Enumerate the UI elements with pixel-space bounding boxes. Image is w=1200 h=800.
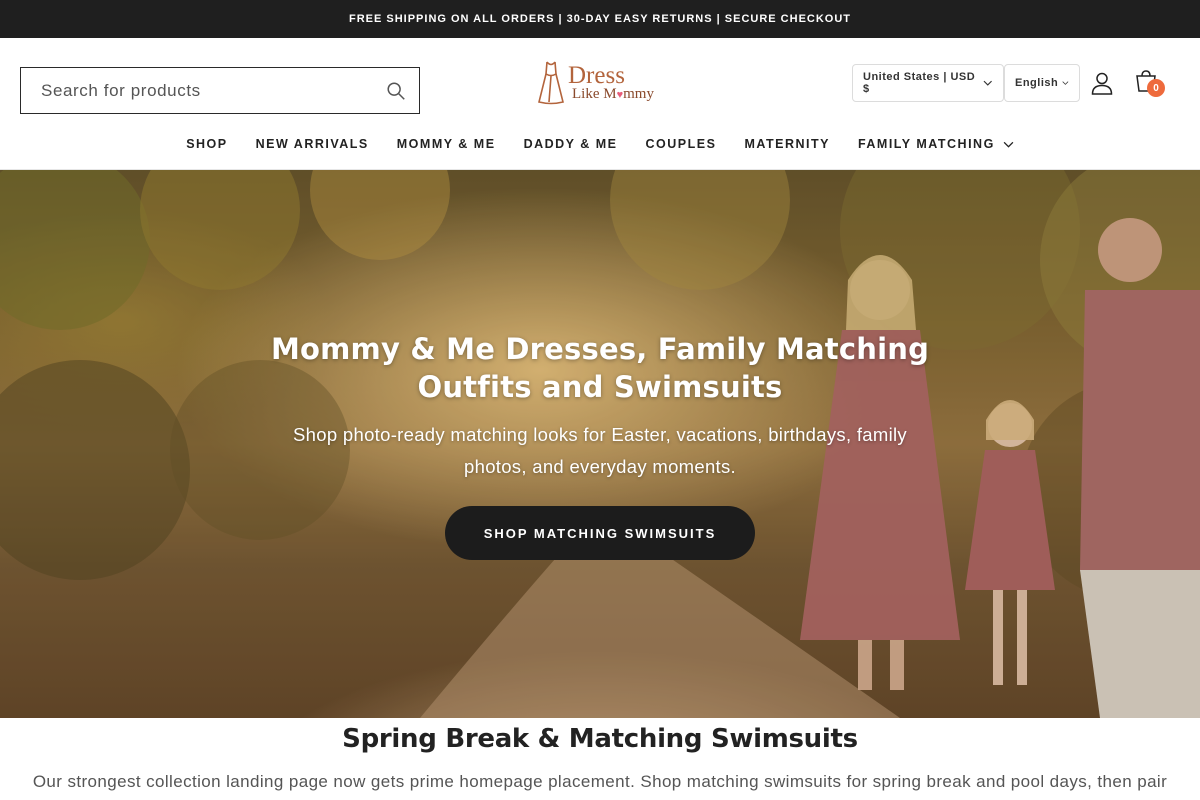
search-box[interactable] [20,67,420,114]
brand-logo[interactable]: Dress Like M♥mmy [536,56,664,108]
hero-banner: Mommy & Me Dresses, Family Matching Outf… [0,170,1200,718]
nav-item-label: FAMILY MATCHING [857,137,995,151]
main-navigation: SHOP NEW ARRIVALS MOMMY & ME DADDY & ME … [0,130,1200,158]
cart-button[interactable]: 0 [1133,68,1167,100]
nav-item-couples[interactable]: COUPLES [646,137,717,151]
nav-item-label: MATERNITY [744,137,830,151]
chevron-down-icon [1062,81,1069,85]
nav-item-daddy-and-me[interactable]: DADDY & ME [524,137,618,151]
hero-subtitle: Shop photo-ready matching looks for East… [293,424,907,477]
country-currency-label: United States | USD $ [863,71,976,95]
site-header: Dress Like M♥mmy United States | USD $ E… [0,38,1200,170]
logo-word-like-mommy: Like M♥mmy [572,85,654,102]
shop-matching-swimsuits-button[interactable]: SHOP MATCHING SWIMSUITS [445,506,755,560]
nav-item-label: SHOP [186,137,228,151]
country-currency-selector[interactable]: United States | USD $ [852,64,1004,102]
nav-item-label: MOMMY & ME [396,137,496,151]
nav-item-label: DADDY & ME [523,137,618,151]
nav-item-new-arrivals[interactable]: NEW ARRIVALS [256,137,369,151]
hero-title: Mommy & Me Dresses, Family Matching Outf… [270,332,930,404]
section-title: Spring Break & Matching Swimsuits [342,724,858,754]
chevron-down-icon [1003,141,1014,148]
logo-text-b: mmy [623,85,654,102]
language-selector[interactable]: English [1004,64,1080,102]
section-description: Our strongest collection landing page no… [32,772,1168,791]
announcement-bar: FREE SHIPPING ON ALL ORDERS | 30-DAY EAS… [0,0,1200,38]
nav-item-mommy-and-me[interactable]: MOMMY & ME [397,137,496,151]
nav-item-family-matching[interactable]: FAMILY MATCHING [858,137,1014,151]
language-label: English [1015,77,1059,89]
nav-item-label: COUPLES [645,137,717,151]
nav-item-shop[interactable]: SHOP [186,137,227,151]
search-input[interactable] [21,68,371,113]
chevron-down-icon [984,80,993,86]
nav-item-label: NEW ARRIVALS [255,137,369,151]
logo-text-a: Like M [572,85,617,102]
search-icon[interactable] [385,80,407,102]
announcement-text: FREE SHIPPING ON ALL ORDERS | 30-DAY EAS… [348,13,852,25]
account-icon[interactable] [1089,70,1115,96]
nav-item-maternity[interactable]: MATERNITY [744,137,830,151]
cart-count-badge: 0 [1147,79,1165,97]
dress-logo-icon [538,61,564,105]
logo-word-dress: Dress [568,61,625,89]
